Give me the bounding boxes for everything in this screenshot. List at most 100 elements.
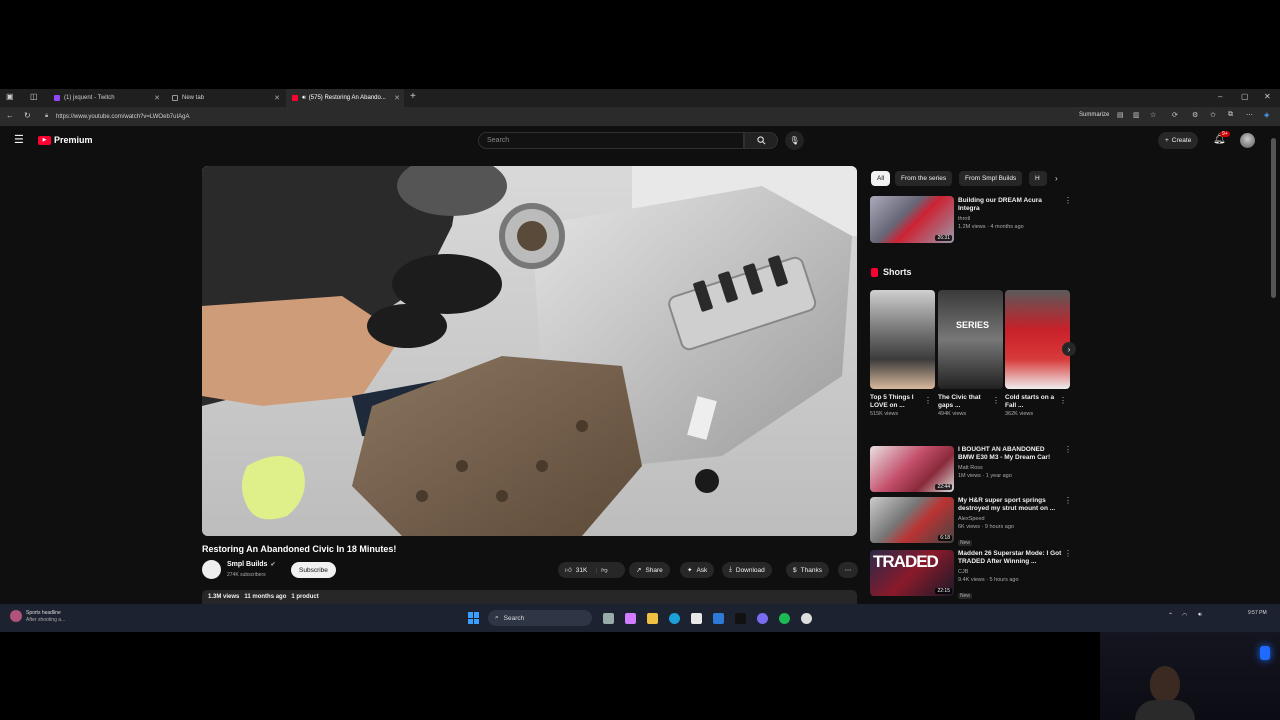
news-widget[interactable]: Sports headline After shooting a... (26, 610, 65, 624)
subscribe-button[interactable]: Subscribe (291, 562, 336, 578)
chip-from-series[interactable]: From the series (895, 171, 953, 186)
rec-thumbnail[interactable]: 22:44 (870, 446, 954, 492)
split-icon[interactable]: ⚙ (1192, 111, 1198, 119)
maximize-icon[interactable]: ▢ (1241, 92, 1249, 101)
new-tab-icon[interactable]: + (410, 91, 416, 102)
rec-title: My H&R super sport springs destroyed my … (958, 497, 1056, 512)
tiktok-icon[interactable] (735, 613, 746, 624)
tab-new-tab[interactable]: New tab ✕ (166, 89, 284, 107)
menu-icon[interactable]: ☰ (14, 133, 24, 146)
rec-thumbnail[interactable]: TRADED 22:15 (870, 550, 954, 596)
back-icon[interactable]: ← (6, 111, 14, 120)
search-input[interactable]: Search (478, 132, 744, 149)
video-player[interactable] (202, 166, 857, 536)
rec-info[interactable]: Madden 26 Superstar Mode: I Got TRADED A… (958, 550, 1062, 602)
rec-menu-icon[interactable]: ⋮ (1064, 496, 1072, 505)
dislike-icon[interactable]: 👎︎ (601, 566, 608, 574)
more-actions-button[interactable]: ⋯ (838, 562, 858, 578)
rec-meta: 1M views · 1 year ago (958, 473, 1012, 479)
chevron-right-icon[interactable]: › (1055, 174, 1058, 183)
favorites-bar-icon[interactable]: ✩ (1210, 111, 1216, 119)
collections-icon[interactable]: ⧉ (1228, 111, 1233, 119)
store-icon[interactable] (691, 613, 702, 624)
more-icon[interactable]: ⋯ (1246, 111, 1253, 119)
taskbar-search[interactable]: ⌕ Search (488, 610, 592, 626)
close-icon[interactable]: ✕ (274, 94, 280, 102)
thumb-text: TRADED (873, 552, 939, 571)
ask-button[interactable]: ✦ Ask (680, 562, 715, 578)
like-icon[interactable]: 👍︎ (565, 566, 572, 574)
description-box[interactable]: 1.3M views 11 months ago 1 product (202, 590, 857, 604)
reader-icon[interactable]: ▤ (1117, 111, 1124, 119)
rec-menu-icon[interactable]: ⋮ (1064, 549, 1072, 558)
close-icon[interactable]: ✕ (154, 94, 160, 102)
voice-search-button[interactable]: 🎙︎ (785, 131, 804, 150)
rec-info[interactable]: Building our DREAM Acura Integra throtl … (958, 197, 1062, 231)
close-window-icon[interactable]: ✕ (1264, 92, 1271, 101)
news-widget-icon[interactable] (10, 610, 22, 622)
shorts-next-button[interactable]: › (1062, 342, 1076, 356)
tab-twitch[interactable]: (1) jxquent - Twitch ✕ (48, 89, 164, 107)
outlook-icon[interactable] (713, 613, 724, 624)
edge-icon[interactable] (669, 613, 680, 624)
chip-more[interactable]: H (1029, 171, 1047, 186)
like-count[interactable]: 31K (576, 567, 588, 574)
start-button[interactable] (468, 612, 480, 624)
short-thumbnail[interactable] (1005, 290, 1070, 389)
volume-icon[interactable]: 🔊︎ (1198, 612, 1202, 619)
short-info[interactable]: Cold starts on a Fall ... 362K views (1005, 394, 1061, 418)
favorite-icon[interactable]: ☆ (1150, 111, 1156, 119)
short-thumbnail[interactable] (870, 290, 935, 389)
rec-menu-icon[interactable]: ⋮ (1064, 445, 1072, 454)
download-button[interactable]: ⤓ Download (722, 562, 772, 578)
short-thumbnail[interactable]: SERIES (938, 290, 1003, 389)
copilot-icon[interactable]: ◈ (1264, 111, 1269, 119)
wifi-icon[interactable]: ◠ (1182, 612, 1187, 619)
tab-youtube[interactable]: 🔊︎ (575) Restoring An Abando... ✕ (286, 89, 404, 107)
close-icon[interactable]: ✕ (394, 94, 400, 102)
rec-info[interactable]: I BOUGHT AN ABANDONED BMW E30 M3 - My Dr… (958, 446, 1062, 480)
thanks-button[interactable]: $ Thanks (786, 562, 829, 578)
avatar[interactable] (1240, 133, 1255, 148)
summarize-button[interactable]: Summarize (1079, 112, 1109, 118)
file-explorer-icon[interactable] (647, 613, 658, 624)
play-logo-icon: ▶ (38, 135, 51, 145)
rec-thumbnail[interactable]: 26:31 (870, 196, 954, 243)
tab-label: (1) jxquent - Twitch (64, 95, 115, 101)
rec-menu-icon[interactable]: ⋮ (1064, 196, 1072, 205)
search-button[interactable] (744, 132, 778, 149)
short-info[interactable]: Top 5 Things I LOVE on ... 515K views (870, 394, 926, 418)
spotify-icon[interactable] (779, 613, 790, 624)
short-menu-icon[interactable]: ⋮ (924, 396, 932, 405)
rec-info[interactable]: My H&R super sport springs destroyed my … (958, 497, 1062, 549)
extensions-icon[interactable]: ⟳ (1172, 111, 1178, 119)
speaker-icon[interactable]: 🔊︎ (302, 95, 306, 102)
clock[interactable]: 9:57 PM (1248, 610, 1267, 616)
short-menu-icon[interactable]: ⋮ (1059, 396, 1067, 405)
channel-name-row[interactable]: Smpl Builds ✔ (227, 561, 275, 568)
create-button[interactable]: + Create (1158, 132, 1199, 149)
search-icon: ⌕ (495, 614, 499, 621)
task-view-icon[interactable] (603, 613, 614, 624)
chrome-icon[interactable] (801, 613, 812, 624)
tab-actions-icon[interactable]: ▣ (6, 92, 14, 101)
share-button[interactable]: ↗ Share (629, 562, 670, 578)
short-info[interactable]: The Civic that gaps ... 494K views (938, 394, 994, 418)
scrollbar-thumb[interactable] (1271, 138, 1276, 298)
channel-avatar[interactable] (202, 560, 221, 579)
shorts-label: Shorts (883, 267, 912, 277)
refresh-icon[interactable]: ↻ (24, 111, 31, 120)
workspaces-icon[interactable]: ◫ (30, 92, 38, 101)
chip-all[interactable]: All (871, 171, 891, 186)
tray-chevron-icon[interactable]: ⌃ (1168, 612, 1173, 619)
rec-title: Madden 26 Superstar Mode: I Got TRADED A… (958, 550, 1062, 565)
chip-from-channel[interactable]: From Smpl Builds (959, 171, 1023, 186)
url-field[interactable]: 🔒︎ https://www.youtube.com/watch?v=LWOeb… (42, 110, 1072, 123)
short-menu-icon[interactable]: ⋮ (992, 396, 1000, 405)
rec-thumbnail[interactable]: 6:18 (870, 497, 954, 543)
youtube-logo[interactable]: ▶ Premium (38, 135, 93, 145)
copilot-app-icon[interactable] (625, 613, 636, 624)
immersive-icon[interactable]: ▥ (1133, 111, 1140, 119)
discord-icon[interactable] (757, 613, 768, 624)
minimize-icon[interactable]: – (1218, 92, 1222, 101)
